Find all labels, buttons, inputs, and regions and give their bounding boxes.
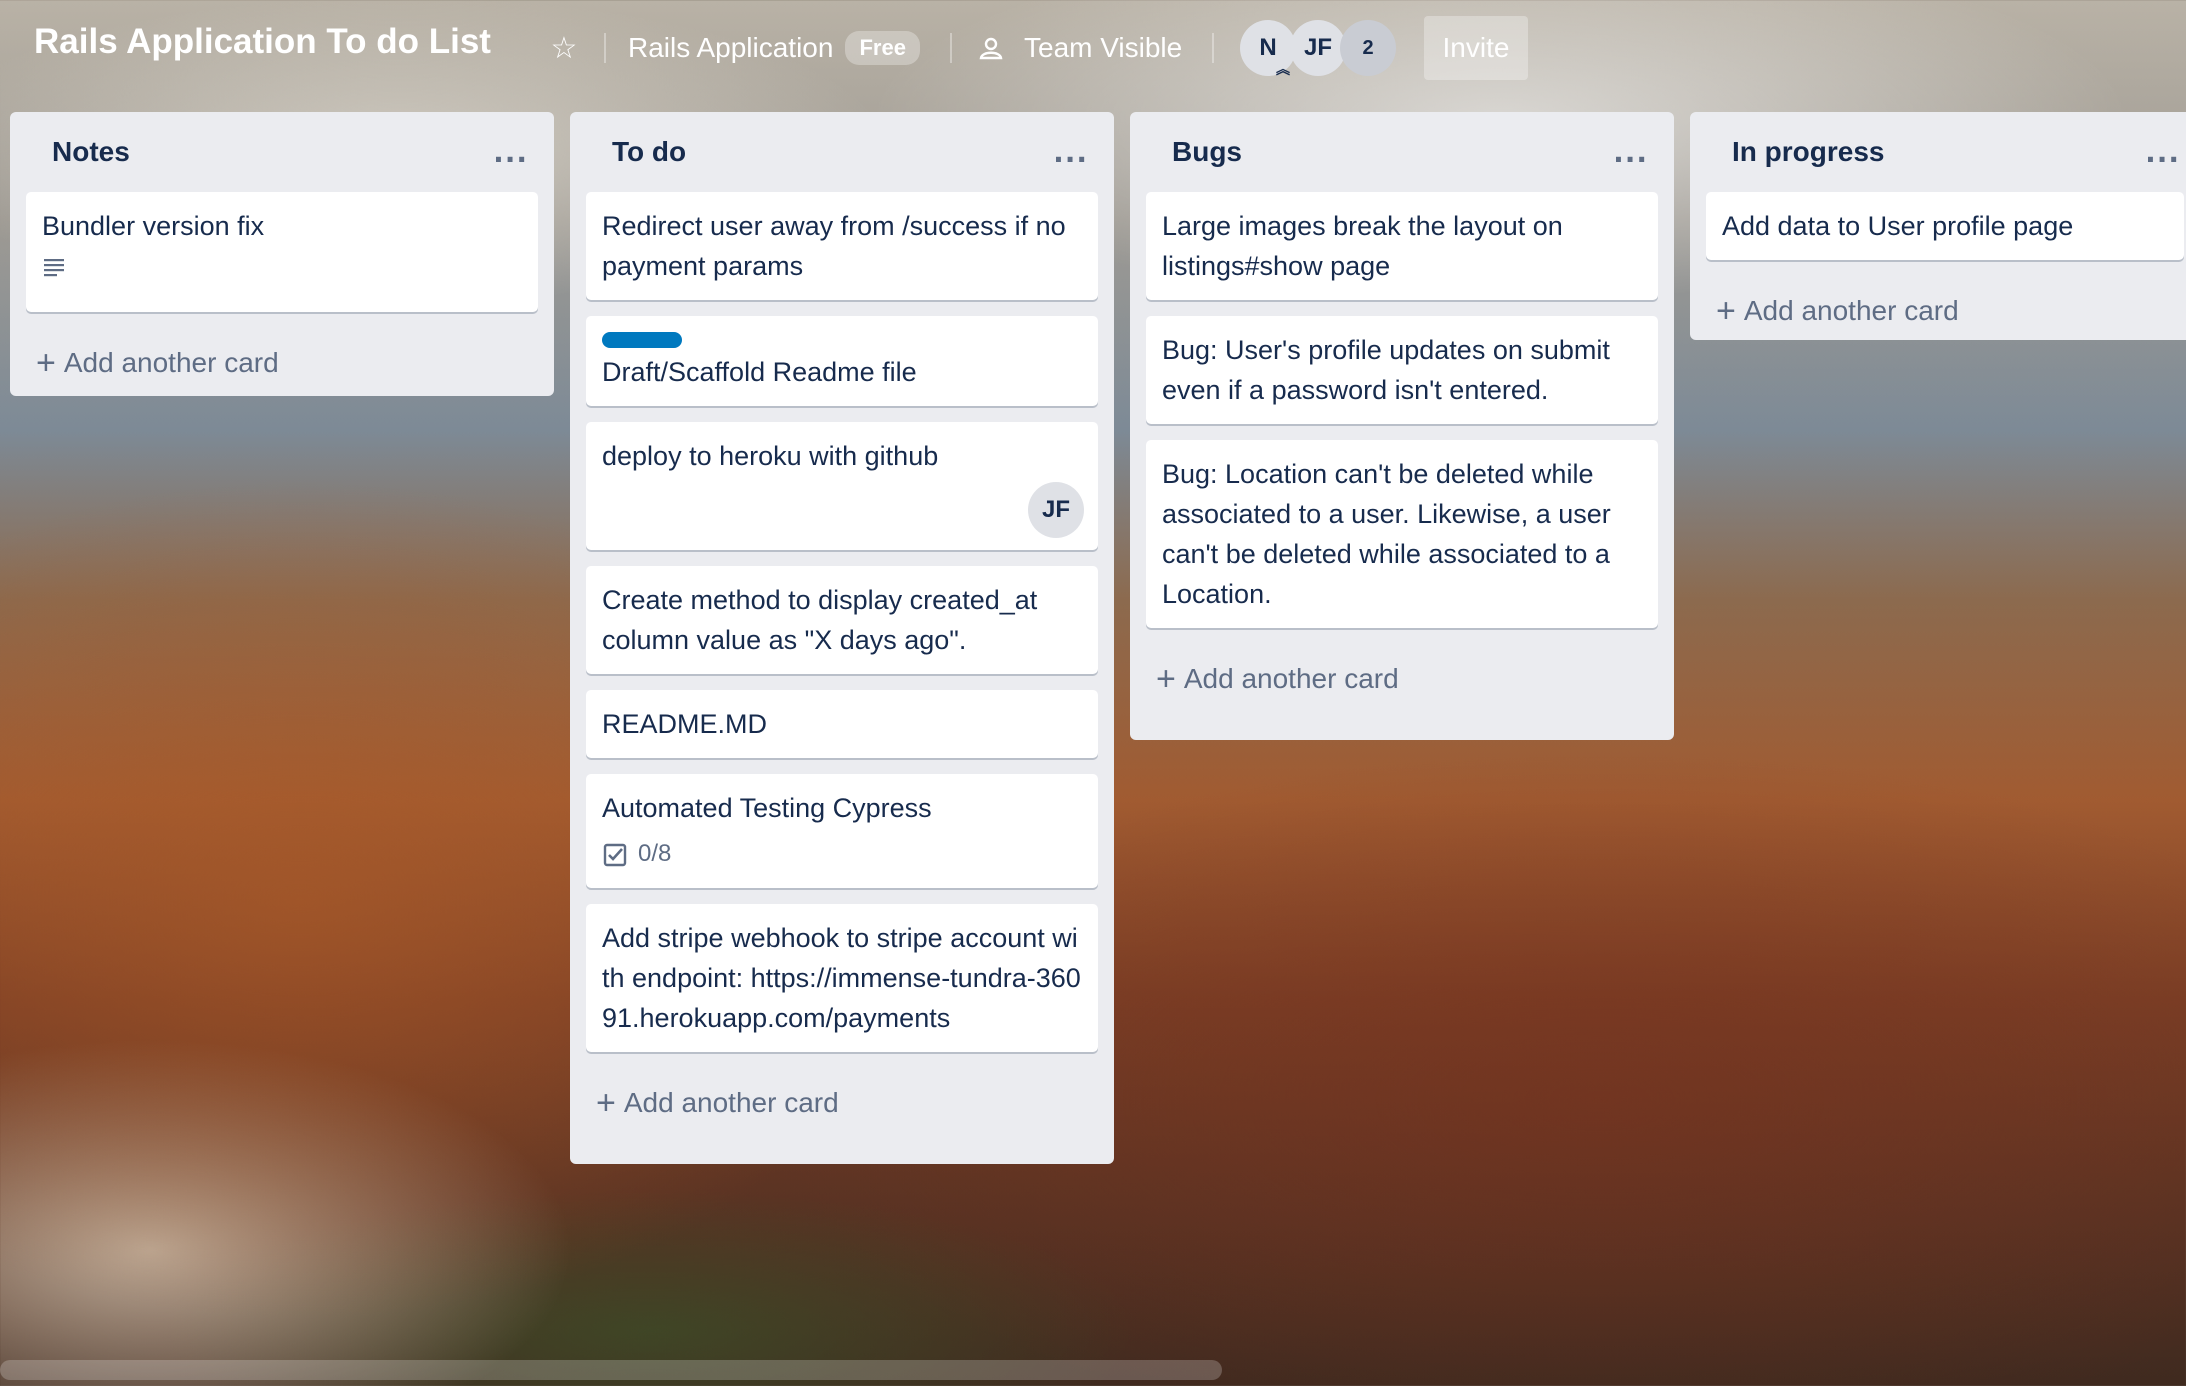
visibility-button[interactable]: Team Visible	[978, 18, 1182, 78]
board-members: N ︽ JF 2	[1240, 20, 1396, 78]
card-title: Bug: User's profile updates on submit ev…	[1162, 335, 1610, 405]
add-card-button[interactable]: + Add another card	[1146, 644, 1658, 714]
star-icon: ☆	[550, 31, 578, 65]
list-menu-icon[interactable]: ...	[1613, 136, 1648, 169]
board-title[interactable]: Rails Application To do List	[34, 22, 491, 62]
visibility-label: Team Visible	[1024, 32, 1183, 63]
card-title: Add stripe webhook to stripe account wit…	[602, 923, 1081, 1033]
board-header: Rails Application To do List ☆ Rails App…	[0, 0, 2186, 96]
card-title: Automated Testing Cypress	[602, 793, 932, 823]
list-title[interactable]: To do	[612, 136, 686, 168]
member-avatar[interactable]: JF	[1290, 20, 1346, 76]
list-bugs: Bugs ... Large images break the layout o…	[1130, 112, 1674, 740]
list-header[interactable]: To do ...	[586, 112, 1098, 192]
card-label-blue[interactable]	[602, 332, 682, 348]
board-scrollbar[interactable]	[0, 1360, 1222, 1380]
card[interactable]: deploy to heroku with github JF	[586, 422, 1098, 550]
card[interactable]: Automated Testing Cypress 0/8	[586, 774, 1098, 888]
header-divider	[950, 33, 952, 63]
team-visibility-icon	[978, 35, 1004, 61]
plan-badge: Free	[845, 31, 920, 65]
list-notes: Notes ... Bundler version fix + Add anot…	[10, 112, 554, 396]
list-header[interactable]: Bugs ...	[1146, 112, 1658, 192]
card[interactable]: Redirect user away from /success if no p…	[586, 192, 1098, 300]
plus-icon: +	[596, 1084, 616, 1122]
card-title: Bundler version fix	[42, 211, 265, 241]
list-todo: To do ... Redirect user away from /succe…	[570, 112, 1114, 1164]
card-badges: 0/8	[602, 834, 1082, 874]
admin-chevron-icon: ︽	[1276, 61, 1290, 77]
add-card-button[interactable]: + Add another card	[586, 1068, 1098, 1138]
plus-icon: +	[1716, 292, 1736, 330]
add-card-button[interactable]: + Add another card	[1706, 276, 2184, 346]
card[interactable]: Bug: User's profile updates on submit ev…	[1146, 316, 1658, 424]
list-title[interactable]: Bugs	[1172, 136, 1242, 168]
checklist-count: 0/8	[638, 840, 672, 867]
member-overflow-count[interactable]: 2	[1340, 20, 1396, 76]
card-title: Create method to display created_at colu…	[602, 585, 1038, 655]
checklist-icon	[602, 841, 628, 867]
card-title: Redirect user away from /success if no p…	[602, 211, 1066, 281]
invite-button[interactable]: Invite	[1424, 16, 1528, 80]
card[interactable]: Large images break the layout on listing…	[1146, 192, 1658, 300]
plus-icon: +	[36, 344, 56, 382]
list-header[interactable]: In progress ...	[1706, 112, 2184, 192]
card[interactable]: Draft/Scaffold Readme file	[586, 316, 1098, 406]
add-card-button[interactable]: + Add another card	[26, 328, 538, 398]
list-menu-icon[interactable]: ...	[1053, 136, 1088, 169]
plus-icon: +	[1156, 660, 1176, 698]
list-menu-icon[interactable]: ...	[2145, 136, 2180, 169]
card[interactable]: Add data to User profile page	[1706, 192, 2184, 260]
list-header[interactable]: Notes ...	[26, 112, 538, 192]
card-title: Add data to User profile page	[1722, 211, 2074, 241]
list-in-progress: In progress ... Add data to User profile…	[1690, 112, 2186, 340]
card-title: Bug: Location can't be deleted while ass…	[1162, 459, 1611, 609]
card[interactable]: Bundler version fix	[26, 192, 538, 312]
card[interactable]: Create method to display created_at colu…	[586, 566, 1098, 674]
card-title: README.MD	[602, 709, 768, 739]
list-title[interactable]: In progress	[1732, 136, 1884, 168]
card[interactable]: Add stripe webhook to stripe account wit…	[586, 904, 1098, 1052]
list-title[interactable]: Notes	[52, 136, 130, 168]
team-name: Rails Application	[628, 32, 834, 63]
card-title: Draft/Scaffold Readme file	[602, 357, 917, 387]
description-icon	[42, 252, 66, 277]
card[interactable]: README.MD	[586, 690, 1098, 758]
team-button[interactable]: Rails Application Free	[628, 18, 920, 78]
list-menu-icon[interactable]: ...	[493, 136, 528, 169]
card-badges	[42, 252, 522, 277]
card[interactable]: Bug: Location can't be deleted while ass…	[1146, 440, 1658, 628]
header-divider	[604, 33, 606, 63]
star-button[interactable]: ☆	[540, 18, 588, 78]
member-avatar[interactable]: N ︽	[1240, 20, 1296, 76]
card-member-avatar[interactable]: JF	[1028, 482, 1084, 538]
card-title: deploy to heroku with github	[602, 441, 939, 471]
card-title: Large images break the layout on listing…	[1162, 211, 1563, 281]
header-divider	[1212, 33, 1214, 63]
